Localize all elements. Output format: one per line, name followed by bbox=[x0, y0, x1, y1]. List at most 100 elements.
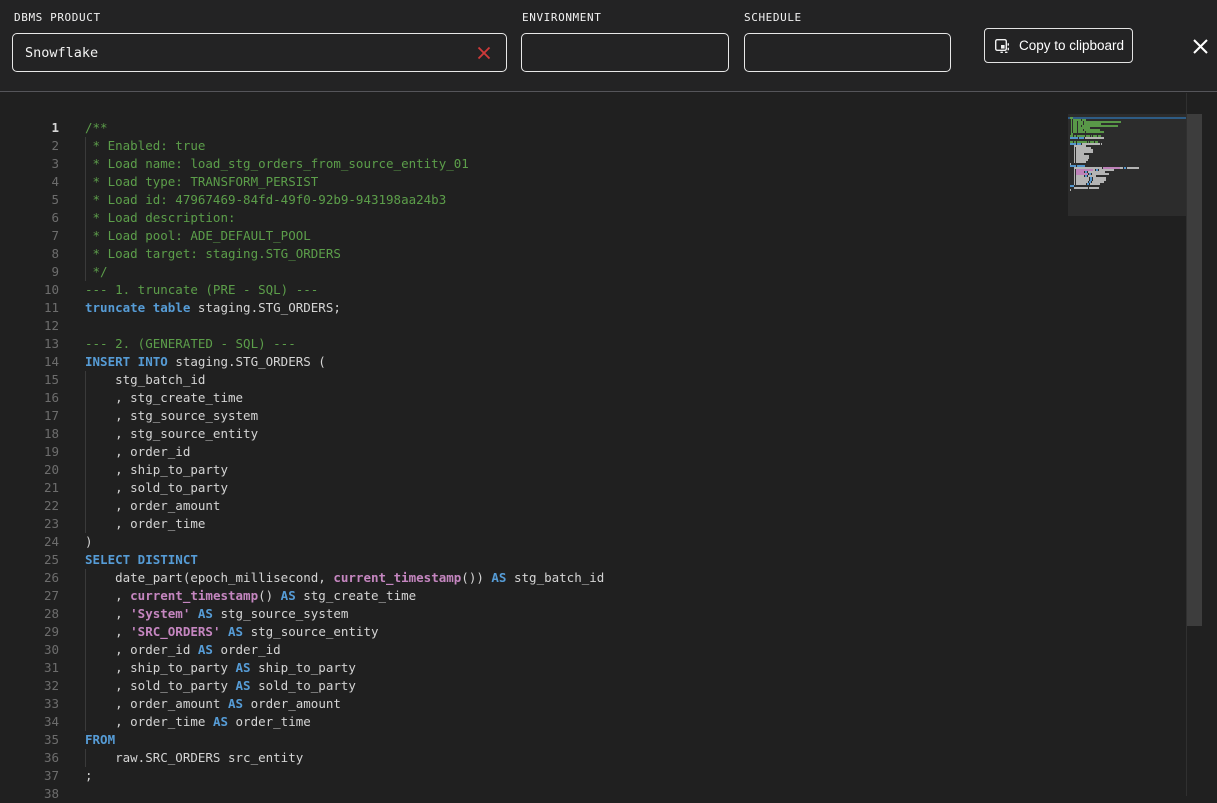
code-text: , order_time bbox=[85, 515, 205, 533]
code-line[interactable]: 35 FROM bbox=[0, 731, 1068, 749]
code-line[interactable]: 19 , order_id bbox=[0, 443, 1068, 461]
code-line[interactable]: 33 , order_amount AS order_amount bbox=[0, 695, 1068, 713]
line-number: 25 bbox=[0, 551, 59, 569]
code-text: , order_amount bbox=[85, 497, 220, 515]
code-line[interactable]: 22 , order_amount bbox=[0, 497, 1068, 515]
dbms-product-value: Snowflake bbox=[25, 45, 474, 61]
code-line[interactable]: 5 * Load id: 47967469-84fd-49f0-92b9-943… bbox=[0, 191, 1068, 209]
code-line[interactable]: 38 bbox=[0, 785, 1068, 803]
code-line[interactable]: 26 date_part(epoch_millisecond, current_… bbox=[0, 569, 1068, 587]
line-number: 33 bbox=[0, 695, 59, 713]
line-number: 11 bbox=[0, 299, 59, 317]
code-line[interactable]: 24) bbox=[0, 533, 1068, 551]
code-line[interactable]: 12 bbox=[0, 317, 1068, 335]
code-line[interactable]: 34 , order_time AS order_time bbox=[0, 713, 1068, 731]
code-line[interactable]: 20 , ship_to_party bbox=[0, 461, 1068, 479]
code-text: * Load pool: ADE_DEFAULT_POOL bbox=[85, 227, 311, 245]
code-text: , ship_to_party AS ship_to_party bbox=[85, 659, 356, 677]
line-number: 32 bbox=[0, 677, 59, 695]
line-number: 2 bbox=[0, 137, 59, 155]
code-line[interactable]: 25SELECT DISTINCT bbox=[0, 551, 1068, 569]
line-number: 7 bbox=[0, 227, 59, 245]
close-x-icon bbox=[1191, 37, 1210, 56]
copy-to-clipboard-label: Copy to clipboard bbox=[1019, 38, 1124, 53]
line-number: 15 bbox=[0, 371, 59, 389]
code-line[interactable]: 29 , 'SRC_ORDERS' AS stg_source_entity bbox=[0, 623, 1068, 641]
code-line[interactable]: 8 * Load target: staging.STG_ORDERS bbox=[0, 245, 1068, 263]
code-line[interactable]: 13 --- 2. (GENERATED - SQL) --- bbox=[0, 335, 1068, 353]
dialog-header: DBMS PRODUCT Snowflake ENVIRONMENT SCHED… bbox=[0, 0, 1217, 92]
line-number: 10 bbox=[0, 281, 59, 299]
code-text: * Load type: TRANSFORM_PERSIST bbox=[85, 173, 318, 191]
line-number: 28 bbox=[0, 605, 59, 623]
code-line[interactable]: 3 * Load name: load_stg_orders_from_sour… bbox=[0, 155, 1068, 173]
code-line[interactable]: 14INSERT INTO staging.STG_ORDERS ( bbox=[0, 353, 1068, 371]
line-number: 3 bbox=[0, 155, 59, 173]
code-line[interactable]: 36 raw.SRC_ORDERS src_entity bbox=[0, 749, 1068, 767]
code-line[interactable]: 11truncate table staging.STG_ORDERS; bbox=[0, 299, 1068, 317]
line-number: 4 bbox=[0, 173, 59, 191]
line-number: 5 bbox=[0, 191, 59, 209]
line-number: 20 bbox=[0, 461, 59, 479]
code-line[interactable]: 7 * Load pool: ADE_DEFAULT_POOL bbox=[0, 227, 1068, 245]
code-text: raw.SRC_ORDERS src_entity bbox=[85, 749, 303, 767]
code-line[interactable]: 18 , stg_source_entity bbox=[0, 425, 1068, 443]
clear-dbms-product-button[interactable] bbox=[474, 43, 494, 63]
code-line[interactable]: 27 , current_timestamp() AS stg_create_t… bbox=[0, 587, 1068, 605]
copy-to-clipboard-button[interactable]: Copy to clipboard bbox=[984, 28, 1133, 63]
line-number: 1 bbox=[0, 119, 59, 137]
code-text: --- 1. truncate (PRE - SQL) --- bbox=[85, 281, 318, 299]
code-text: , order_time AS order_time bbox=[85, 713, 311, 731]
environment-input[interactable] bbox=[521, 33, 729, 72]
code-line[interactable]: 28 , 'System' AS stg_source_system bbox=[0, 605, 1068, 623]
line-number: 9 bbox=[0, 263, 59, 281]
code-line[interactable]: 17 , stg_source_system bbox=[0, 407, 1068, 425]
line-number: 13 bbox=[0, 335, 59, 353]
code-line[interactable]: 2 * Enabled: true bbox=[0, 137, 1068, 155]
code-line[interactable]: 30 , order_id AS order_id bbox=[0, 641, 1068, 659]
line-number: 36 bbox=[0, 749, 59, 767]
dbms-product-input[interactable]: Snowflake bbox=[12, 33, 507, 72]
code-text: , sold_to_party AS sold_to_party bbox=[85, 677, 356, 695]
code-line[interactable]: 9 */ bbox=[0, 263, 1068, 281]
schedule-input[interactable] bbox=[744, 33, 951, 72]
line-number: 38 bbox=[0, 785, 59, 803]
code-text: , order_amount AS order_amount bbox=[85, 695, 341, 713]
line-number: 8 bbox=[0, 245, 59, 263]
line-number: 29 bbox=[0, 623, 59, 641]
code-line[interactable]: 32 , sold_to_party AS sold_to_party bbox=[0, 677, 1068, 695]
vertical-scrollbar-slider[interactable] bbox=[1187, 114, 1202, 626]
code-line[interactable]: 16 , stg_create_time bbox=[0, 389, 1068, 407]
code-text: , 'System' AS stg_source_system bbox=[85, 605, 348, 623]
code-text: , stg_source_entity bbox=[85, 425, 258, 443]
code-text: stg_batch_id bbox=[85, 371, 205, 389]
line-number: 19 bbox=[0, 443, 59, 461]
vertical-scrollbar[interactable] bbox=[1187, 93, 1202, 796]
code-text: ) bbox=[85, 533, 93, 551]
code-text: /** bbox=[85, 119, 108, 137]
minimap[interactable] bbox=[1068, 93, 1186, 796]
line-number: 30 bbox=[0, 641, 59, 659]
sql-editor[interactable]: 1/**2 * Enabled: true3 * Load name: load… bbox=[0, 93, 1217, 796]
code-line[interactable]: 31 , ship_to_party AS ship_to_party bbox=[0, 659, 1068, 677]
code-text: * Load id: 47967469-84fd-49f0-92b9-94319… bbox=[85, 191, 446, 209]
code-line[interactable]: 10 --- 1. truncate (PRE - SQL) --- bbox=[0, 281, 1068, 299]
code-line[interactable]: 4 * Load type: TRANSFORM_PERSIST bbox=[0, 173, 1068, 191]
code-text: , stg_source_system bbox=[85, 407, 258, 425]
environment-label: ENVIRONMENT bbox=[522, 11, 601, 24]
line-number: 35 bbox=[0, 731, 59, 749]
code-line[interactable]: 1 /** bbox=[0, 119, 1068, 137]
clear-x-icon bbox=[476, 45, 492, 61]
code-text: , 'SRC_ORDERS' AS stg_source_entity bbox=[85, 623, 379, 641]
code-text: , order_id bbox=[85, 443, 190, 461]
code-text: FROM bbox=[85, 731, 115, 749]
code-line[interactable]: 23 , order_time bbox=[0, 515, 1068, 533]
code-line[interactable]: 21 , sold_to_party bbox=[0, 479, 1068, 497]
code-text: --- 2. (GENERATED - SQL) --- bbox=[85, 335, 296, 353]
code-line[interactable]: 15 stg_batch_id bbox=[0, 371, 1068, 389]
close-dialog-button[interactable] bbox=[1188, 34, 1212, 58]
line-number: 37 bbox=[0, 767, 59, 785]
code-line[interactable]: 37; bbox=[0, 767, 1068, 785]
code-text: * Enabled: true bbox=[85, 137, 205, 155]
code-line[interactable]: 6 * Load description: bbox=[0, 209, 1068, 227]
